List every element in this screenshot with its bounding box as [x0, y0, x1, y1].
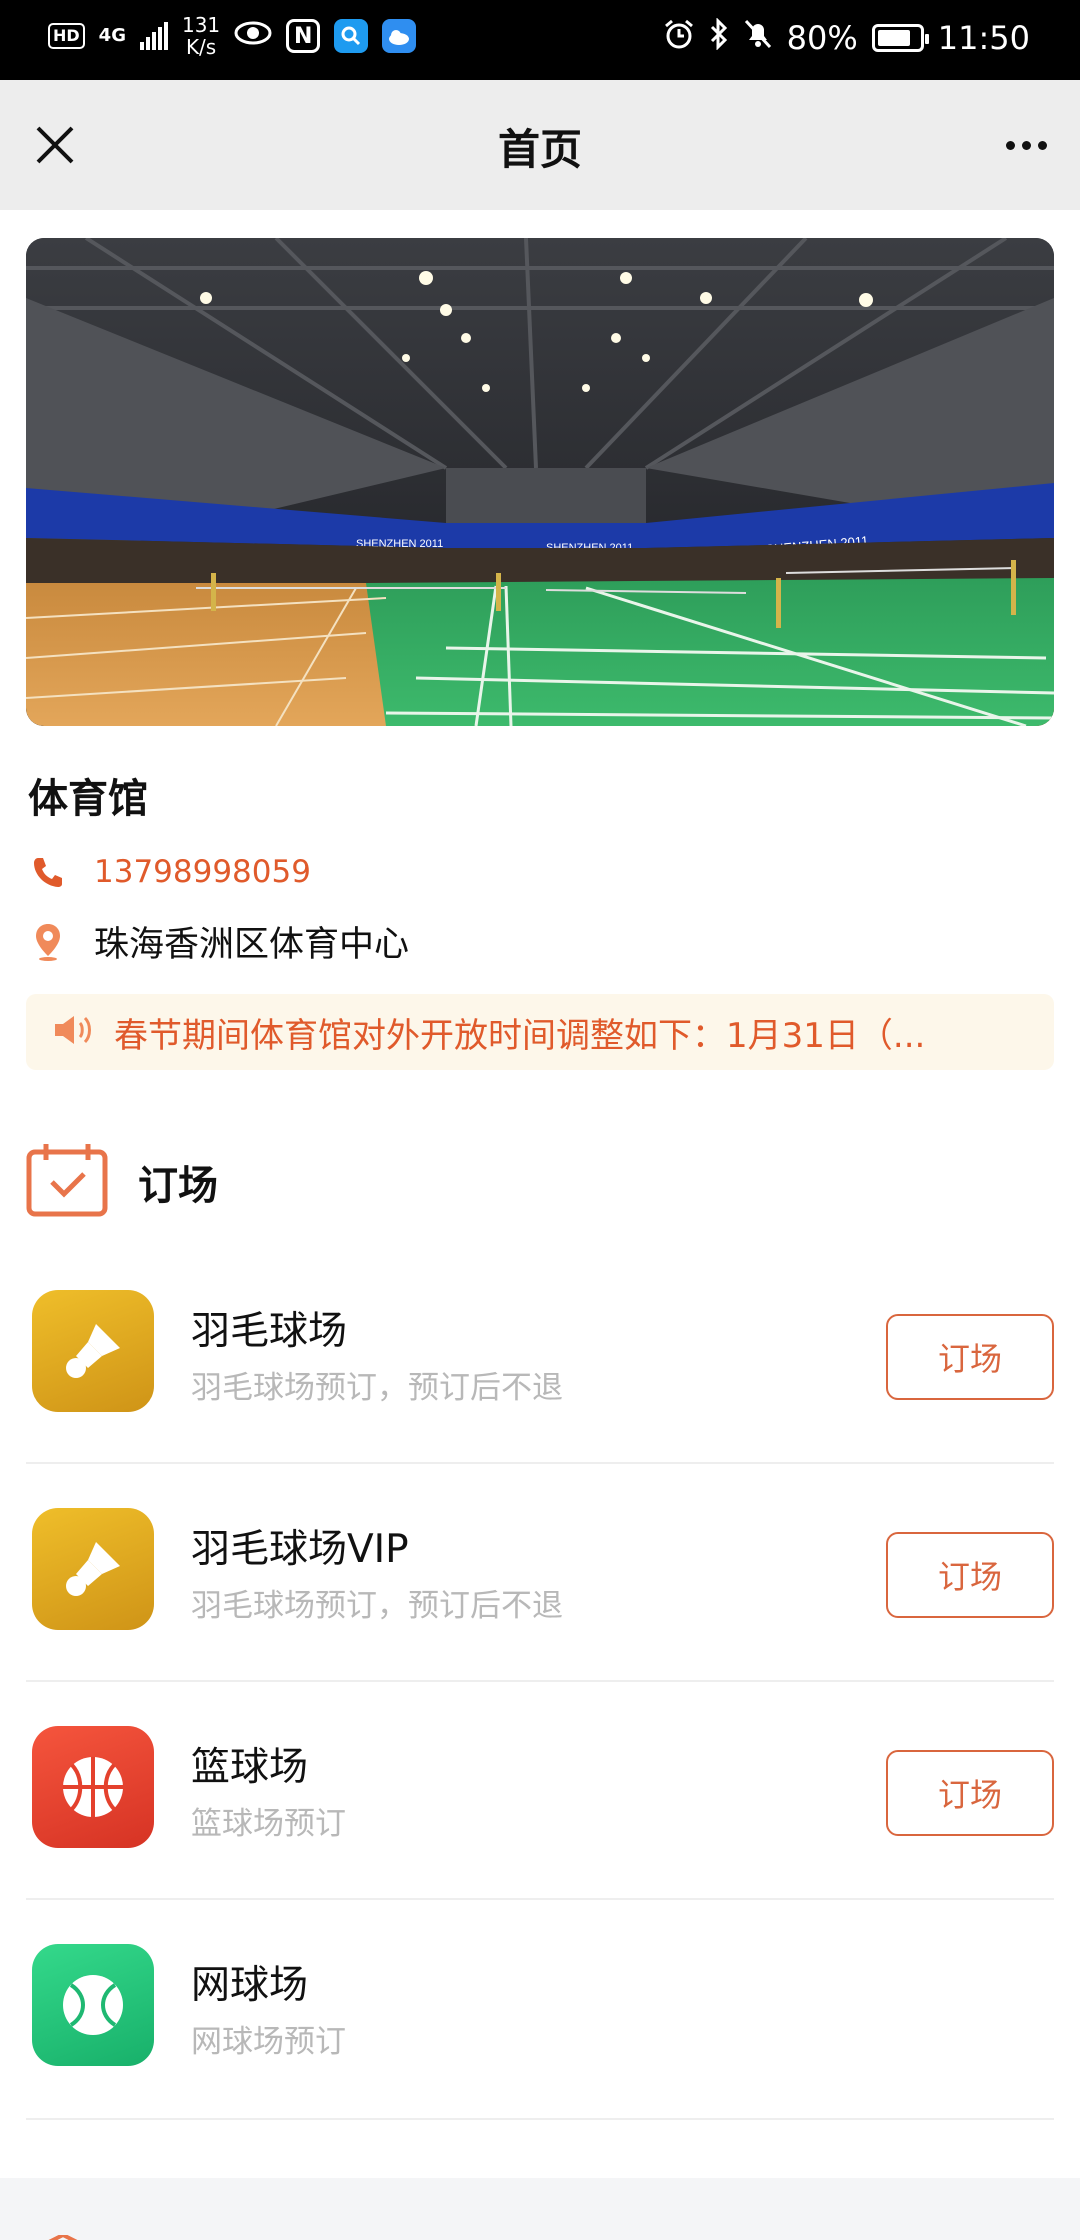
list-item[interactable]: 羽毛球场VIP 羽毛球场预订，预订后不退 订场: [26, 1466, 1054, 1684]
network-speed-unit: K/s: [185, 35, 217, 59]
hd-badge: HD: [48, 23, 85, 49]
venue-photo-illustration: SHENZHEN 2011 SHENZHEN 2011 SHENZHEN 201…: [26, 238, 1054, 726]
search-app-icon: [334, 19, 369, 53]
book-button[interactable]: 订场: [886, 1314, 1054, 1400]
nfc-icon: N: [286, 19, 321, 53]
divider: [26, 2118, 1054, 2120]
shuttlecock-icon: [32, 1508, 154, 1630]
phone-row[interactable]: 13798998059: [28, 852, 311, 892]
battery-icon: [871, 24, 929, 52]
page-title: 首页: [497, 125, 582, 174]
list-item[interactable]: 网球场 网球场预订: [26, 1902, 1054, 2120]
list-item[interactable]: 羽毛球场 羽毛球场预订，预订后不退 订场: [26, 1248, 1054, 1466]
status-left-group: HD 4G 131 K/s N: [48, 14, 417, 58]
venue-photo: SHENZHEN 2011 SHENZHEN 2011 SHENZHEN 201…: [26, 238, 1054, 726]
court-name: 羽毛球场VIP: [191, 1527, 409, 1572]
divider: [26, 1898, 1054, 1900]
home-icon: [40, 2230, 86, 2240]
bluetooth-icon: [709, 17, 729, 58]
location-pin-icon: [28, 922, 68, 962]
list-item[interactable]: 篮球场 篮球场预订 订场: [26, 1684, 1054, 1902]
announcement-text[interactable]: 春节期间体育馆对外开放时间调整如下：1月31日（...: [114, 1008, 1014, 1057]
calendar-check-icon: [26, 1142, 108, 1222]
nav-bar: 首页: [0, 80, 1080, 210]
court-description: 羽毛球场预订，预订后不退: [191, 1588, 563, 1624]
speaker-icon: [52, 1013, 94, 1051]
signal-icon: [139, 22, 168, 50]
network-type: 4G: [98, 25, 126, 46]
court-description: 篮球场预订: [191, 1806, 346, 1842]
bottom-section-peek: [0, 2178, 1080, 2240]
announcement-bar[interactable]: 春节期间体育馆对外开放时间调整如下：1月31日（...: [26, 994, 1054, 1070]
court-name: 篮球场: [191, 1745, 309, 1790]
divider: [26, 1462, 1054, 1464]
network-speed: 131 K/s: [182, 14, 220, 58]
mute-icon: [743, 18, 773, 58]
venue-address[interactable]: 珠海香洲区体育中心: [94, 916, 409, 967]
phone-icon: [28, 852, 68, 892]
court-name: 羽毛球场: [191, 1309, 348, 1354]
battery-percent: 80%: [786, 19, 858, 57]
basketball-icon: [32, 1726, 154, 1848]
book-button[interactable]: 订场: [886, 1532, 1054, 1618]
more-options-icon[interactable]: [996, 120, 1056, 170]
court-name: 网球场: [191, 1963, 309, 2008]
address-row[interactable]: 珠海香洲区体育中心: [28, 916, 409, 967]
shuttlecock-icon: [32, 1290, 154, 1412]
venue-name: 体育馆: [28, 776, 148, 822]
status-bar: HD 4G 131 K/s N 80% 11:50: [0, 0, 1080, 80]
venue-phone[interactable]: 13798998059: [94, 854, 311, 890]
divider: [26, 1680, 1054, 1682]
clock: 11:50: [937, 19, 1030, 57]
booking-section-header: 订场: [26, 1142, 218, 1222]
status-right-group: 80% 11:50: [663, 17, 1030, 58]
court-description: 网球场预订: [191, 2024, 346, 2060]
alarm-icon: [663, 18, 695, 58]
court-description: 羽毛球场预订，预订后不退: [191, 1370, 563, 1406]
weather-icon: [382, 19, 417, 53]
eye-icon: [234, 20, 272, 53]
book-button[interactable]: 订场: [886, 1750, 1054, 1836]
tennis-ball-icon: [32, 1944, 154, 2066]
booking-section-title: 订场: [138, 1163, 218, 1209]
network-speed-value: 131: [181, 13, 221, 37]
